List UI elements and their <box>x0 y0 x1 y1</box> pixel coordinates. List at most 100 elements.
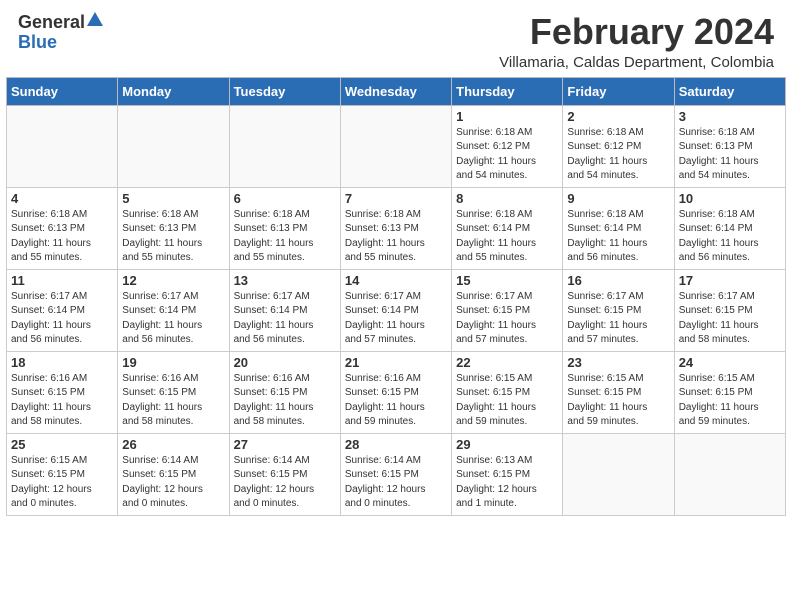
calendar-week-row: 4 Sunrise: 6:18 AMSunset: 6:13 PMDaylight… <box>7 187 786 269</box>
title-section: February 2024 Villamaria, Caldas Departm… <box>499 12 774 71</box>
day-number: 5 <box>122 191 224 206</box>
table-row: 3Sunrise: 6:18 AMSunset: 6:13 PMDaylight… <box>674 105 785 187</box>
day-number: 27 <box>234 437 336 452</box>
table-row: 15 Sunrise: 6:17 AMSunset: 6:15 PMDayligh… <box>452 269 563 351</box>
day-info: Sunrise: 6:17 AMSunset: 6:14 PMDaylight:… <box>234 290 336 348</box>
day-info: Sunrise: 6:18 AMSunset: 6:12 PMDaylight:… <box>456 126 558 184</box>
day-number: 23 <box>567 355 669 370</box>
table-row <box>674 433 785 515</box>
calendar-table: Sunday Monday Tuesday Wednesday Thursday… <box>6 77 786 516</box>
day-number: 11 <box>11 273 113 288</box>
day-info: Sunrise: 6:18 AMSunset: 6:12 PMDaylight:… <box>567 126 669 184</box>
col-thursday: Thursday <box>452 77 563 105</box>
day-number: 14 <box>345 273 447 288</box>
table-row: 23 Sunrise: 6:15 AMSunset: 6:15 PMDayligh… <box>563 351 674 433</box>
col-monday: Monday <box>118 77 229 105</box>
day-number: 26 <box>122 437 224 452</box>
day-number: 12 <box>122 273 224 288</box>
col-tuesday: Tuesday <box>229 77 340 105</box>
calendar-wrapper: Sunday Monday Tuesday Wednesday Thursday… <box>0 77 792 522</box>
col-wednesday: Wednesday <box>340 77 451 105</box>
day-number: 9 <box>567 191 669 206</box>
day-info: Sunrise: 6:16 AMSunset: 6:15 PMDaylight:… <box>234 372 336 430</box>
table-row: 14Sunrise: 6:17 AMSunset: 6:14 PMDayligh… <box>340 269 451 351</box>
day-info: Sunrise: 6:17 AMSunset: 6:15 PMDaylight:… <box>567 290 669 348</box>
table-row: 28 Sunrise: 6:14 AMSunset: 6:15 PMDayligh… <box>340 433 451 515</box>
day-number: 1 <box>456 109 558 124</box>
table-row: 25 Sunrise: 6:15 AMSunset: 6:15 PMDayligh… <box>7 433 118 515</box>
day-info: Sunrise: 6:14 AMSunset: 6:15 PMDaylight:… <box>122 454 224 512</box>
day-number: 28 <box>345 437 447 452</box>
day-info: Sunrise: 6:15 AMSunset: 6:15 PMDaylight:… <box>456 372 558 430</box>
day-number: 21 <box>345 355 447 370</box>
table-row: 27 Sunrise: 6:14 AMSunset: 6:15 PMDayligh… <box>229 433 340 515</box>
day-info: Sunrise: 6:18 AMSunset: 6:13 PMDaylight:… <box>345 208 447 266</box>
day-info: Sunrise: 6:17 AMSunset: 6:15 PMDaylight:… <box>456 290 558 348</box>
day-info: Sunrise: 6:14 AMSunset: 6:15 PMDaylight:… <box>234 454 336 512</box>
day-number: 29 <box>456 437 558 452</box>
day-info: Sunrise: 6:17 AMSunset: 6:14 PMDaylight:… <box>11 290 113 348</box>
table-row: 11 Sunrise: 6:17 AMSunset: 6:14 PMDayligh… <box>7 269 118 351</box>
day-info: Sunrise: 6:18 AMSunset: 6:13 PMDaylight:… <box>234 208 336 266</box>
day-info: Sunrise: 6:18 AMSunset: 6:13 PMDaylight:… <box>122 208 224 266</box>
table-row: 2 Sunrise: 6:18 AMSunset: 6:12 PMDaylight… <box>563 105 674 187</box>
day-number: 25 <box>11 437 113 452</box>
calendar-title: February 2024 <box>499 12 774 52</box>
day-number: 7 <box>345 191 447 206</box>
day-info: Sunrise: 6:15 AMSunset: 6:15 PMDaylight:… <box>567 372 669 430</box>
logo: General Blue <box>18 12 103 53</box>
day-info: Sunrise: 6:18 AMSunset: 6:13 PMDaylight:… <box>11 208 113 266</box>
page-header: General Blue February 2024 Villamaria, C… <box>0 0 792 77</box>
calendar-location: Villamaria, Caldas Department, Colombia <box>499 54 774 71</box>
day-info: Sunrise: 6:15 AMSunset: 6:15 PMDaylight:… <box>11 454 113 512</box>
day-info: Sunrise: 6:16 AMSunset: 6:15 PMDaylight:… <box>11 372 113 430</box>
day-number: 10 <box>679 191 781 206</box>
table-row: 6 Sunrise: 6:18 AMSunset: 6:13 PMDaylight… <box>229 187 340 269</box>
table-row: 1 Sunrise: 6:18 AMSunset: 6:12 PMDaylight… <box>452 105 563 187</box>
day-number: 15 <box>456 273 558 288</box>
day-number: 4 <box>11 191 113 206</box>
calendar-week-row: 11 Sunrise: 6:17 AMSunset: 6:14 PMDayligh… <box>7 269 786 351</box>
table-row: 8 Sunrise: 6:18 AMSunset: 6:14 PMDaylight… <box>452 187 563 269</box>
table-row: 17 Sunrise: 6:17 AMSunset: 6:15 PMDayligh… <box>674 269 785 351</box>
table-row: 29 Sunrise: 6:13 AMSunset: 6:15 PMDayligh… <box>452 433 563 515</box>
table-row: 12 Sunrise: 6:17 AMSunset: 6:14 PMDayligh… <box>118 269 229 351</box>
day-number: 2 <box>567 109 669 124</box>
day-info: Sunrise: 6:18 AMSunset: 6:14 PMDaylight:… <box>567 208 669 266</box>
calendar-header-row: Sunday Monday Tuesday Wednesday Thursday… <box>7 77 786 105</box>
table-row <box>340 105 451 187</box>
table-row: 10Sunrise: 6:18 AMSunset: 6:14 PMDayligh… <box>674 187 785 269</box>
table-row: 20Sunrise: 6:16 AMSunset: 6:15 PMDayligh… <box>229 351 340 433</box>
day-number: 3 <box>679 109 781 124</box>
table-row: 13Sunrise: 6:17 AMSunset: 6:14 PMDayligh… <box>229 269 340 351</box>
calendar-body: 1 Sunrise: 6:18 AMSunset: 6:12 PMDaylight… <box>7 105 786 515</box>
calendar-week-row: 1 Sunrise: 6:18 AMSunset: 6:12 PMDaylight… <box>7 105 786 187</box>
table-row: 24 Sunrise: 6:15 AMSunset: 6:15 PMDayligh… <box>674 351 785 433</box>
table-row: 9 Sunrise: 6:18 AMSunset: 6:14 PMDaylight… <box>563 187 674 269</box>
logo-blue-text: Blue <box>18 32 57 52</box>
table-row: 4 Sunrise: 6:18 AMSunset: 6:13 PMDaylight… <box>7 187 118 269</box>
table-row <box>563 433 674 515</box>
day-info: Sunrise: 6:17 AMSunset: 6:14 PMDaylight:… <box>122 290 224 348</box>
table-row <box>118 105 229 187</box>
calendar-week-row: 18 Sunrise: 6:16 AMSunset: 6:15 PMDayligh… <box>7 351 786 433</box>
day-number: 8 <box>456 191 558 206</box>
day-number: 22 <box>456 355 558 370</box>
table-row: 5 Sunrise: 6:18 AMSunset: 6:13 PMDaylight… <box>118 187 229 269</box>
calendar-week-row: 25 Sunrise: 6:15 AMSunset: 6:15 PMDayligh… <box>7 433 786 515</box>
day-number: 18 <box>11 355 113 370</box>
table-row: 18 Sunrise: 6:16 AMSunset: 6:15 PMDayligh… <box>7 351 118 433</box>
day-number: 16 <box>567 273 669 288</box>
day-info: Sunrise: 6:17 AMSunset: 6:15 PMDaylight:… <box>679 290 781 348</box>
col-sunday: Sunday <box>7 77 118 105</box>
day-info: Sunrise: 6:13 AMSunset: 6:15 PMDaylight:… <box>456 454 558 512</box>
day-number: 6 <box>234 191 336 206</box>
logo-general-text: General <box>18 13 85 33</box>
day-info: Sunrise: 6:18 AMSunset: 6:14 PMDaylight:… <box>456 208 558 266</box>
col-friday: Friday <box>563 77 674 105</box>
day-info: Sunrise: 6:14 AMSunset: 6:15 PMDaylight:… <box>345 454 447 512</box>
day-info: Sunrise: 6:15 AMSunset: 6:15 PMDaylight:… <box>679 372 781 430</box>
day-number: 24 <box>679 355 781 370</box>
day-number: 17 <box>679 273 781 288</box>
table-row <box>7 105 118 187</box>
